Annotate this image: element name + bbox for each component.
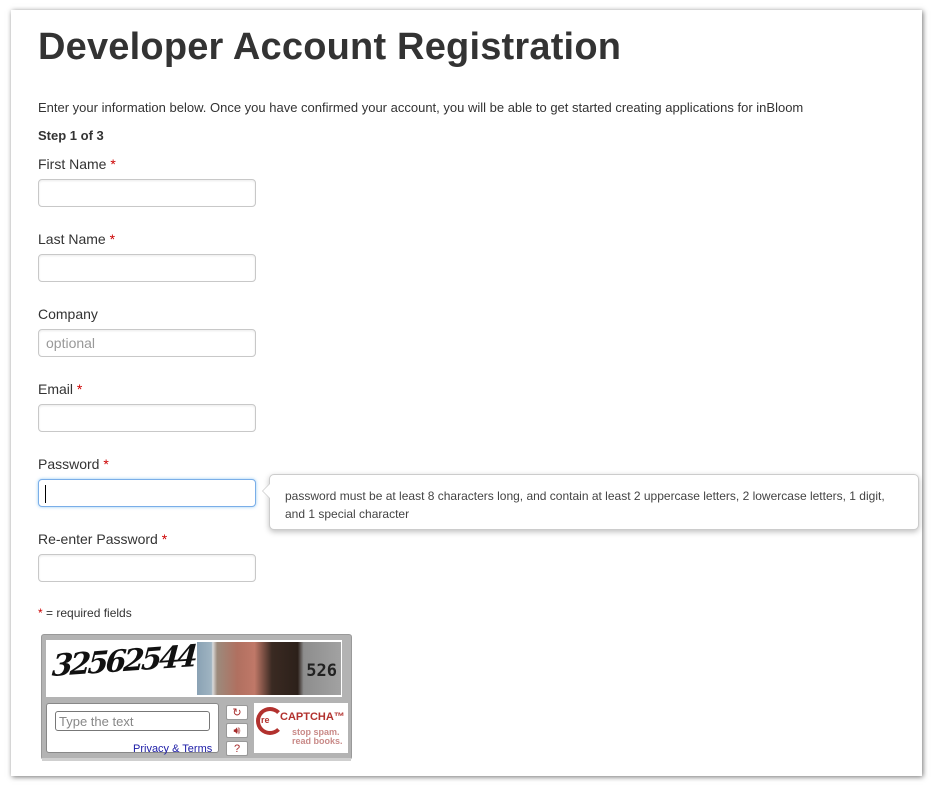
recaptcha-tagline-line-2: read books. xyxy=(292,736,343,746)
first-name-label: First Name * xyxy=(38,156,116,172)
recaptcha-widget: 32562544 526 Privacy & Terms ↻ 🔊︎ ? re C… xyxy=(41,634,352,761)
required-fields-note: * = required fields xyxy=(38,606,132,620)
password-input[interactable] xyxy=(38,479,256,507)
first-name-label-text: First Name xyxy=(38,156,107,172)
captcha-response-input[interactable] xyxy=(55,711,210,731)
help-icon: ? xyxy=(233,743,241,755)
intro-text: Enter your information below. Once you h… xyxy=(38,100,804,115)
help-button[interactable]: ? xyxy=(226,741,248,756)
privacy-terms-link[interactable]: Privacy & Terms xyxy=(133,743,212,755)
captcha-house-photo: 526 xyxy=(197,642,341,695)
last-name-label: Last Name * xyxy=(38,231,115,247)
refresh-button[interactable]: ↻ xyxy=(226,705,248,720)
recaptcha-logo: re CAPTCHA™ stop spam. read books. xyxy=(254,703,348,753)
required-asterisk: * xyxy=(103,456,109,472)
recaptcha-logo-name: CAPTCHA™ xyxy=(280,711,345,723)
first-name-input[interactable] xyxy=(38,179,256,207)
page-title: Developer Account Registration xyxy=(38,26,622,68)
reenter-password-label: Re-enter Password * xyxy=(38,531,167,547)
captcha-challenge-image: 32562544 526 xyxy=(46,640,342,697)
email-label: Email * xyxy=(38,381,82,397)
company-label: Company xyxy=(38,306,98,322)
last-name-input[interactable] xyxy=(38,254,256,282)
captcha-house-number: 526 xyxy=(306,661,337,681)
password-hint-tooltip: password must be at least 8 characters l… xyxy=(262,474,919,530)
company-input[interactable] xyxy=(38,329,256,357)
tooltip-arrow-icon xyxy=(262,483,270,499)
registration-page: Developer Account Registration Enter you… xyxy=(11,10,922,776)
text-caret xyxy=(45,485,46,503)
last-name-label-text: Last Name xyxy=(38,231,106,247)
email-label-text: Email xyxy=(38,381,74,397)
required-fields-note-text: = required fields xyxy=(46,606,132,620)
required-asterisk: * xyxy=(38,606,43,620)
password-label-text: Password xyxy=(38,456,100,472)
required-asterisk: * xyxy=(110,156,116,172)
audio-button[interactable]: 🔊︎ xyxy=(226,723,248,738)
password-label: Password * xyxy=(38,456,109,472)
captcha-challenge-word: 32562544 xyxy=(50,640,197,685)
recaptcha-logo-prefix: re xyxy=(261,715,270,725)
required-asterisk: * xyxy=(76,381,83,397)
required-asterisk: * xyxy=(109,231,116,247)
recaptcha-tagline: stop spam. read books. xyxy=(292,728,343,746)
email-input[interactable] xyxy=(38,404,256,432)
company-label-text: Company xyxy=(38,306,98,322)
required-asterisk: * xyxy=(161,531,168,547)
recaptcha-bottom-strip xyxy=(42,758,351,761)
step-indicator: Step 1 of 3 xyxy=(38,128,104,143)
reenter-password-label-text: Re-enter Password xyxy=(38,531,158,547)
audio-icon: 🔊︎ xyxy=(233,725,241,737)
captcha-entry-box: Privacy & Terms xyxy=(46,703,219,755)
password-hint-text: password must be at least 8 characters l… xyxy=(285,489,885,521)
refresh-icon: ↻ xyxy=(232,707,242,719)
reenter-password-input[interactable] xyxy=(38,554,256,582)
